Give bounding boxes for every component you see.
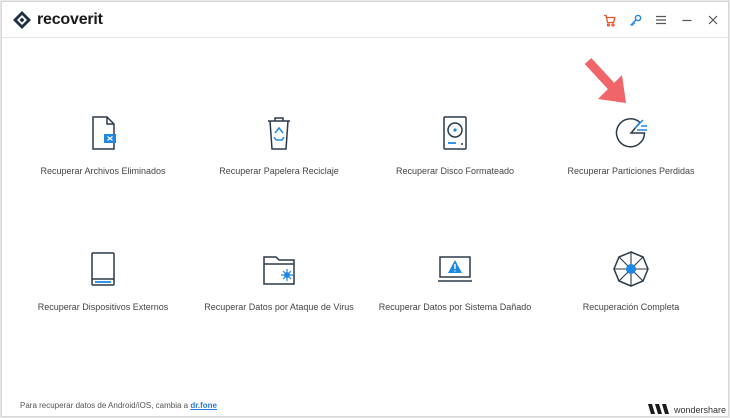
drfone-link[interactable]: dr.fone bbox=[190, 401, 217, 410]
tile-label: Recuperar Archivos Eliminados bbox=[40, 166, 166, 176]
hard-disk-icon bbox=[443, 116, 467, 150]
window-controls bbox=[592, 11, 722, 29]
partition-icon bbox=[615, 118, 647, 148]
app-window: recoverit Recuperar Archivos Eliminados … bbox=[1, 1, 729, 417]
tile-label: Recuperar Papelera Reciclaje bbox=[219, 166, 339, 176]
title-bar: recoverit bbox=[2, 2, 728, 38]
minimize-icon[interactable] bbox=[678, 11, 696, 29]
menu-icon[interactable] bbox=[652, 11, 670, 29]
deleted-file-icon bbox=[92, 116, 116, 150]
app-logo: recoverit bbox=[12, 10, 103, 30]
close-icon[interactable] bbox=[704, 11, 722, 29]
tile-label: Recuperar Datos por Sistema Dañado bbox=[378, 302, 532, 312]
tile-complete-recovery[interactable]: Recuperación Completa bbox=[541, 249, 721, 359]
tile-label: Recuperar Disco Formateado bbox=[395, 166, 515, 176]
annotation-arrow-icon bbox=[584, 57, 626, 103]
tile-label: Recuperación Completa bbox=[582, 302, 680, 312]
brand-logo: wondershare bbox=[647, 402, 726, 416]
tile-recycle-bin[interactable]: Recuperar Papelera Reciclaje bbox=[189, 113, 369, 223]
external-device-icon bbox=[91, 252, 115, 286]
all-around-icon bbox=[613, 251, 649, 287]
tile-label: Recuperar Dispositivos Externos bbox=[37, 302, 169, 312]
footer-text: Para recuperar datos de Android/iOS, cam… bbox=[20, 401, 217, 410]
app-name: recoverit bbox=[37, 11, 103, 28]
brand-name: wondershare bbox=[673, 405, 726, 415]
cart-icon[interactable] bbox=[600, 11, 618, 29]
virus-folder-icon bbox=[263, 256, 295, 285]
tile-label: Recuperar Datos por Ataque de Virus bbox=[204, 302, 354, 312]
tile-formatted-disk[interactable]: Recuperar Disco Formateado bbox=[365, 113, 545, 223]
tile-virus-attack[interactable]: Recuperar Datos por Ataque de Virus bbox=[189, 249, 369, 359]
recycle-bin-icon bbox=[268, 117, 290, 150]
tile-lost-partitions[interactable]: Recuperar Particiones Perdidas bbox=[541, 113, 721, 223]
wondershare-logo-icon bbox=[647, 404, 669, 414]
tile-crashed-system[interactable]: Recuperar Datos por Sistema Dañado bbox=[365, 249, 545, 359]
tile-deleted-files[interactable]: Recuperar Archivos Eliminados bbox=[13, 113, 193, 223]
crashed-system-icon bbox=[438, 256, 472, 282]
tile-external-devices[interactable]: Recuperar Dispositivos Externos bbox=[13, 249, 193, 359]
recoverit-logo-icon bbox=[13, 11, 31, 29]
tile-label: Recuperar Particiones Perdidas bbox=[567, 166, 695, 176]
key-icon[interactable] bbox=[626, 11, 644, 29]
